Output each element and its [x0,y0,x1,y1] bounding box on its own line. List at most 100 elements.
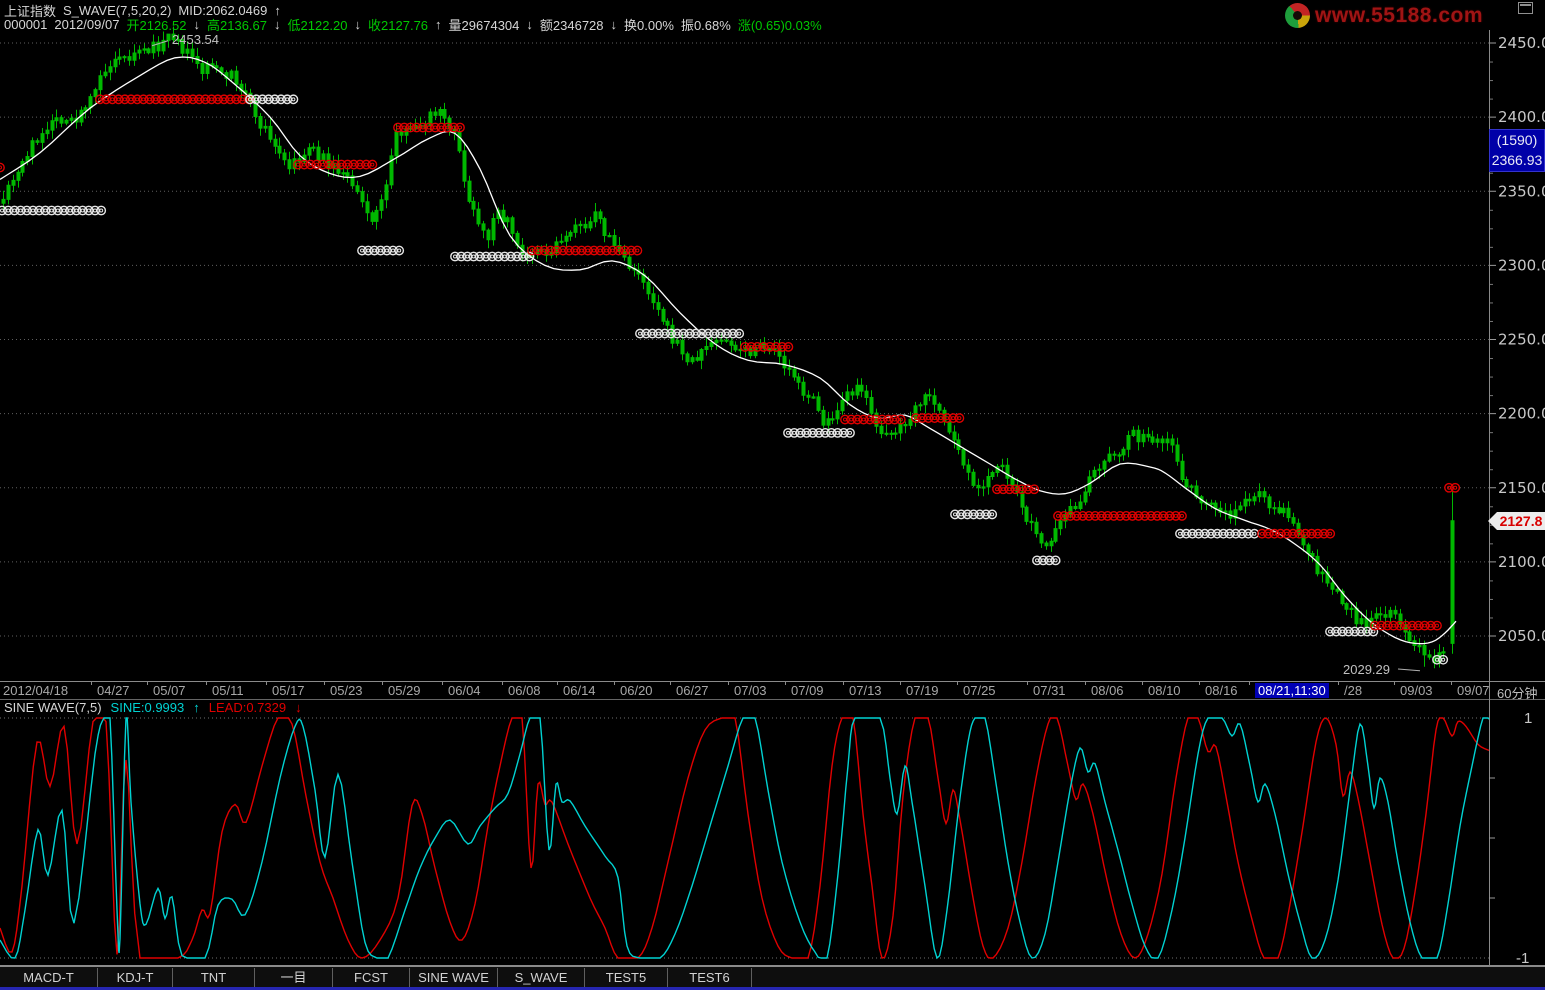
date-label: 06/04 [448,683,481,698]
amplitude-value: 0.68% [694,18,731,33]
open-label: 开 [126,18,139,33]
ma-line [0,57,1456,644]
date-label-highlighted: 08/21,11:30 [1255,683,1329,698]
date-label: 07/09 [791,683,824,698]
high-value: 2136.67 [220,18,267,33]
sine-indicator-title: SINE WAVE(7,5) [4,700,102,715]
swave-signal-circles [0,95,1459,664]
low-label: 低 [288,18,301,33]
candlesticks [2,27,1454,669]
low-price-annotation: 2029.29 [1343,662,1390,677]
indicator-tab-bar: MACD-TKDJ-TTNT一目FCSTSINE WAVES_WAVETEST5… [0,966,1545,987]
amount-value: 2346728 [553,18,604,33]
amount-label: 额 [540,18,553,33]
sine-panel [0,718,1495,958]
restore-window-icon[interactable] [1518,2,1533,14]
tab-test5[interactable]: TEST5 [585,968,668,987]
tab-sine-wave[interactable]: SINE WAVE [410,968,498,987]
svg-text:2100.0: 2100.0 [1498,553,1545,571]
change-label: 涨 [738,18,751,33]
sine-value: SINE:0.9993 [111,700,185,715]
down-arrow-icon: ↓ [611,17,618,32]
volume-value: 29674304 [462,18,520,33]
chart-canvas: 2450.0 2400.0 2350.0 2300.0 2250.0 2200.0 2150… [0,0,1545,990]
down-arrow-icon: ↓ [274,17,281,32]
sine-panel-header: SINE WAVE(7,5) SINE:0.9993 ↑ LEAD:0.7329… [4,700,302,715]
amplitude-label: 振 [681,18,694,33]
down-arrow-icon: ↓ [193,17,200,32]
tab-kdj-t[interactable]: KDJ-T [98,968,173,987]
app-window: 2450.0 2400.0 2350.0 2300.0 2250.0 2200.0 2150… [0,0,1545,990]
date-label: 09/07 [1457,683,1490,698]
price-axis-labels: 2450.0 2400.0 2350.0 2300.0 2250.0 2200.0 2150… [1489,34,1545,645]
date-label: 09/03 [1400,683,1433,698]
date-label: 07/19 [906,683,939,698]
watermark-logo: www.55188.com [1285,3,1483,28]
date-label: 2012/04/18 [3,683,68,698]
quote-date: 2012/09/07 [54,17,119,32]
tab-tnt[interactable]: TNT [173,968,255,987]
date-label: 07/31 [1033,683,1066,698]
close-value: 2127.76 [381,18,428,33]
open-value: 2126.52 [139,18,186,33]
quote-bar: 000001 2012/09/07 开2126.52 ↓ 高2136.67 ↓ … [4,15,822,34]
swirl-logo-icon [1285,3,1310,28]
watermark-url: www.55188.com [1315,4,1483,28]
tab--[interactable]: 一目 [255,968,333,987]
lead-line [0,718,1489,958]
close-label: 收 [368,18,381,33]
date-label: 07/13 [849,683,882,698]
date-label: 06/27 [676,683,709,698]
panel-borders [0,30,1545,966]
svg-text:2350.0: 2350.0 [1498,182,1545,200]
lead-value: LEAD:0.7329 [209,700,286,715]
date-label: 06/20 [620,683,653,698]
bar-count: (1590) [1490,130,1544,150]
date-label: 07/03 [734,683,767,698]
period-label[interactable]: 60分钟 [1497,683,1537,702]
svg-text:2050.0: 2050.0 [1498,627,1545,645]
up-arrow-icon: ↑ [193,700,200,715]
tab-s-wave[interactable]: S_WAVE [498,968,585,987]
svg-text:2200.0: 2200.0 [1498,405,1545,423]
date-label: 05/23 [330,683,363,698]
sine-line [0,718,1489,958]
date-label: 05/29 [388,683,421,698]
date-label: 08/06 [1091,683,1124,698]
date-label: 06/14 [563,683,596,698]
turnover-label: 换 [624,18,637,33]
date-label: 06/08 [508,683,541,698]
up-arrow-icon: ↑ [435,17,442,32]
svg-text:2400.0: 2400.0 [1498,108,1545,126]
price-gridlines [0,43,1489,636]
volume-label: 量 [449,18,462,33]
high-label: 高 [207,18,220,33]
date-label: 07/25 [963,683,996,698]
stock-code: 000001 [4,17,47,32]
sine-axis-top-label: 1 [1524,710,1532,727]
turnover-value: 0.00% [637,18,674,33]
date-label: 05/07 [153,683,186,698]
date-label: 04/27 [97,683,130,698]
svg-text:2300.0: 2300.0 [1498,256,1545,274]
date-label: 08/16 [1205,683,1238,698]
sine-axis-bottom-label: -1 [1516,950,1529,967]
svg-text:2450.0: 2450.0 [1498,34,1545,52]
change-value: (0.65)0.03% [751,18,822,33]
svg-text:2150.0: 2150.0 [1498,479,1545,497]
crosshair-price: 2366.93 [1490,150,1544,170]
high-price-annotation: 2453.54 [172,32,219,47]
down-arrow-icon: ↓ [526,17,533,32]
crosshair-readout-box: (1590) 2366.93 [1489,129,1545,172]
svg-text:2250.0: 2250.0 [1498,331,1545,349]
tab-fcst[interactable]: FCST [333,968,410,987]
down-arrow-icon: ↓ [295,700,302,715]
tab-macd-t[interactable]: MACD-T [0,968,98,987]
date-label: 05/11 [212,683,244,698]
date-label: 08/10 [1148,683,1181,698]
date-label: 05/17 [272,683,305,698]
date-axis: 60分钟 2012/04/18 04/27 05/07 05/11 05/17 05/23… [0,683,1545,699]
low-value: 2122.20 [301,18,348,33]
tab-test6[interactable]: TEST6 [668,968,752,987]
date-label: /28 [1344,683,1362,698]
